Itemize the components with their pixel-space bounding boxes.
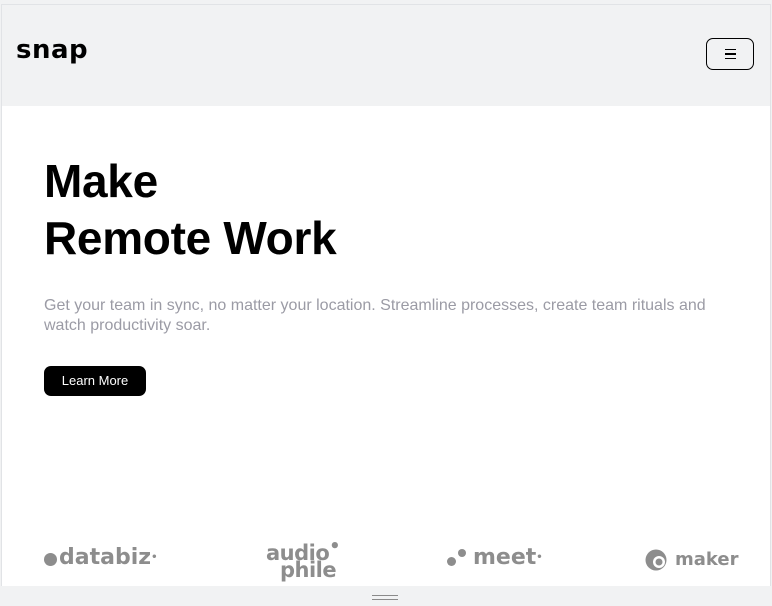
partner-logos: databiz • audio• phile meet • maker [2, 525, 770, 585]
headline-line-1: Make [44, 155, 158, 207]
meet-wordmark: meet [473, 545, 537, 570]
hamburger-menu-icon [724, 48, 736, 60]
resize-grip-icon[interactable] [372, 595, 398, 600]
meet-logo: meet • [446, 545, 543, 571]
databiz-logo: databiz • [44, 545, 157, 571]
databiz-dot-icon [44, 553, 57, 566]
page-frame: snap Make Remote Work Get your team in s… [1, 4, 771, 586]
maker-logo: maker [645, 547, 738, 573]
audiophile-logo: audio• phile [266, 537, 340, 582]
hero-headline: Make Remote Work [44, 153, 337, 267]
headline-line-2: Remote Work [44, 212, 337, 264]
maker-circle-icon [645, 549, 667, 571]
hamburger-menu-button[interactable] [706, 38, 754, 70]
maker-wordmark: maker [675, 549, 739, 570]
bottom-bar [0, 586, 772, 606]
hero-description: Get your team in sync, no matter your lo… [44, 297, 706, 334]
learn-more-button[interactable]: Learn More [44, 366, 146, 396]
databiz-wordmark: databiz [59, 545, 152, 570]
snap-logo[interactable]: snap [16, 35, 88, 65]
site-header: snap [2, 5, 770, 106]
meet-dots-icon [446, 547, 468, 569]
